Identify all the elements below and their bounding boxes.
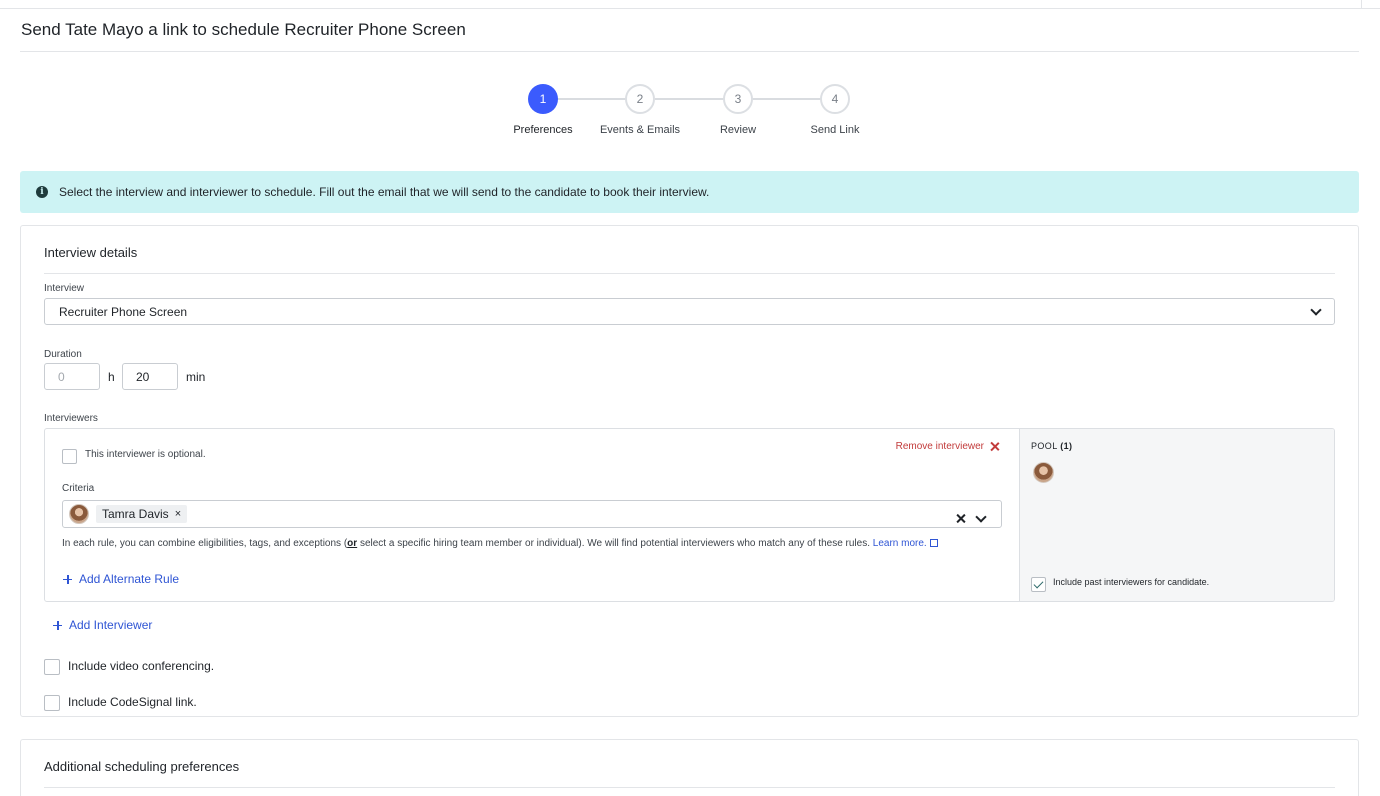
top-divider-tick (1361, 0, 1362, 8)
step-2-circle[interactable]: 2 (625, 84, 655, 114)
optional-checkbox[interactable] (62, 449, 77, 464)
pool-count: (1) (1060, 441, 1073, 451)
top-divider (0, 8, 1380, 9)
video-conferencing-label: Include video conferencing. (68, 659, 215, 673)
step-connector (557, 98, 627, 100)
step-4-circle[interactable]: 4 (820, 84, 850, 114)
remove-interviewer-button[interactable]: Remove interviewer (896, 441, 999, 452)
duration-hours-input[interactable]: 0 (44, 363, 100, 390)
criteria-dropdown-toggle[interactable] (975, 508, 987, 526)
video-conferencing-checkbox[interactable] (44, 659, 60, 675)
chip-remove-icon[interactable]: × (175, 508, 181, 520)
helper-after: select a specific hiring team member or … (357, 538, 873, 549)
interview-select-value: Recruiter Phone Screen (59, 304, 188, 319)
step-connector (655, 98, 725, 100)
page-title: Send Tate Mayo a link to schedule Recrui… (21, 20, 466, 39)
criteria-label: Criteria (62, 483, 95, 494)
include-past-checkbox[interactable] (1031, 577, 1046, 592)
add-alternate-rule-label: Add Alternate Rule (79, 572, 180, 586)
selected-interviewer-chip: Tamra Davis × (69, 504, 188, 524)
clear-selection-button[interactable] (956, 510, 965, 528)
helper-or: or (347, 538, 358, 549)
interview-select[interactable]: Recruiter Phone Screen (44, 298, 1335, 325)
duration-minutes-input[interactable]: 20 (122, 363, 178, 390)
add-alternate-rule-button[interactable]: Add Alternate Rule (63, 572, 179, 586)
hours-unit: h (108, 370, 115, 384)
interview-label: Interview (44, 283, 85, 294)
banner-text: Select the interview and interviewer to … (59, 185, 710, 199)
criteria-input[interactable]: Tamra Davis × (62, 500, 1002, 528)
additional-preferences-title: Additional scheduling preferences (44, 759, 240, 774)
pool-title: POOL (1) (1031, 441, 1072, 451)
criteria-helper-text: In each rule, you can combine eligibilit… (62, 538, 938, 549)
step-1-circle[interactable]: 1 (528, 84, 558, 114)
helper-before: In each rule, you can combine eligibilit… (62, 538, 348, 549)
clear-icon (956, 514, 965, 523)
avatar (69, 504, 89, 524)
interviewers-label: Interviewers (44, 413, 98, 424)
step-3-circle[interactable]: 3 (723, 84, 753, 114)
chevron-down-icon (975, 511, 987, 523)
learn-more-label: Learn more. (872, 538, 927, 549)
pool-label: POOL (1031, 441, 1058, 451)
add-interviewer-label: Add Interviewer (69, 618, 153, 632)
optional-label: This interviewer is optional. (85, 449, 206, 460)
codesignal-checkbox[interactable] (44, 695, 60, 711)
external-link-icon (929, 539, 938, 547)
chip-tag: Tamra Davis × (96, 505, 188, 523)
info-icon: i (36, 186, 48, 198)
avatar[interactable] (1033, 462, 1054, 483)
learn-more-link[interactable]: Learn more. (873, 538, 938, 549)
duration-label: Duration (44, 349, 82, 360)
chevron-down-icon (1310, 303, 1322, 316)
info-banner: i Select the interview and interviewer t… (20, 171, 1359, 213)
include-past-label: Include past interviewers for candidate. (1053, 577, 1210, 587)
interview-details-title: Interview details (44, 245, 138, 260)
card-divider (44, 273, 1335, 274)
add-interviewer-button[interactable]: Add Interviewer (53, 618, 152, 632)
title-divider (20, 51, 1359, 52)
remove-interviewer-label: Remove interviewer (895, 441, 984, 452)
pool-panel: POOL (1) Include past interviewers for c… (1019, 429, 1334, 601)
minutes-unit: min (186, 370, 206, 384)
plus-icon (63, 574, 72, 584)
chip-label: Tamra Davis (102, 507, 169, 521)
step-connector (752, 98, 822, 100)
codesignal-label: Include CodeSignal link. (68, 695, 197, 709)
step-4-label: Send Link (810, 124, 860, 136)
card-divider (44, 787, 1335, 788)
interviewer-box: This interviewer is optional. Remove int… (44, 428, 1335, 602)
plus-icon (53, 620, 62, 630)
close-icon (990, 442, 999, 451)
